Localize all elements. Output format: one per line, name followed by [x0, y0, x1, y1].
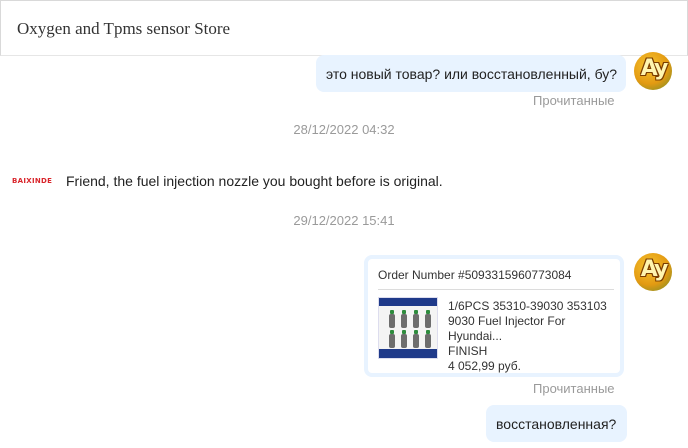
injector-icon	[401, 310, 407, 328]
user-avatar[interactable]: Ay	[634, 52, 672, 90]
outgoing-message[interactable]: это новый товар? или восстановленный, бу…	[316, 55, 626, 92]
chat-header: Oxygen and Tpms sensor Store	[0, 0, 688, 56]
injector-icon	[425, 310, 431, 328]
message-list[interactable]: это новый товар? или восстановленный, бу…	[0, 52, 688, 448]
injector-icon	[413, 330, 419, 348]
injector-icon	[389, 330, 395, 348]
shop-logo: BAIXINDE	[12, 177, 53, 185]
thumbnail-brand-bar	[379, 298, 437, 306]
product-title[interactable]: 1/6PCS 35310-39030 353103 9030 Fuel Inje…	[448, 299, 618, 344]
injector-icon	[425, 330, 431, 348]
read-status: Прочитанные	[533, 93, 615, 108]
timestamp: 29/12/2022 15:41	[293, 213, 395, 228]
store-title[interactable]: Oxygen and Tpms sensor Store	[17, 19, 230, 39]
injector-icon	[389, 310, 395, 328]
user-avatar[interactable]: Ay	[634, 253, 672, 291]
read-status: Прочитанные	[533, 381, 615, 396]
injector-icon	[413, 310, 419, 328]
avatar-text: Ay	[640, 257, 669, 282]
divider	[378, 289, 614, 290]
product-info: 1/6PCS 35310-39030 353103 9030 Fuel Inje…	[448, 299, 618, 374]
incoming-message[interactable]: Friend, the fuel injection nozzle you bo…	[66, 173, 443, 189]
message-text: это новый товар? или восстановленный, бу…	[326, 66, 618, 82]
thumbnail-label-bar	[379, 349, 437, 358]
product-price: 4 052,99 руб.	[448, 359, 521, 373]
order-number[interactable]: Order Number #5093315960773084	[378, 268, 571, 282]
outgoing-message[interactable]: восстановленная?	[486, 405, 627, 442]
timestamp: 28/12/2022 04:32	[293, 122, 395, 137]
order-card[interactable]: Order Number #5093315960773084 1/6PCS 35…	[364, 255, 624, 377]
avatar-text: Ay	[640, 56, 669, 81]
order-status: FINISH	[448, 344, 488, 358]
product-thumbnail[interactable]	[378, 297, 438, 359]
injector-icon	[401, 330, 407, 348]
message-text: восстановленная?	[496, 416, 617, 432]
